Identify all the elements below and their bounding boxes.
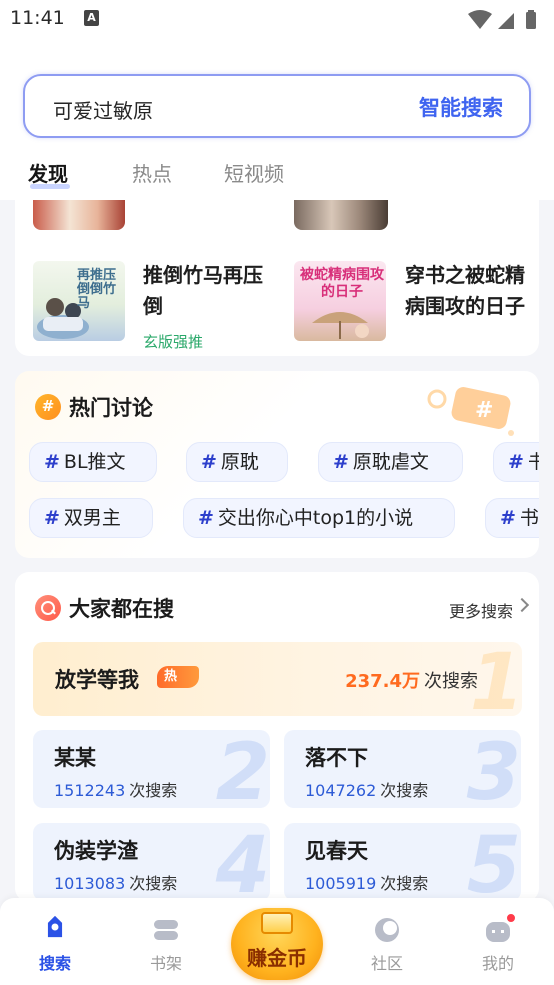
nav-search[interactable]: 搜索 bbox=[20, 914, 90, 974]
hash-icon: # bbox=[44, 507, 60, 529]
community-icon bbox=[375, 918, 399, 942]
notification-icon: A bbox=[84, 10, 99, 26]
search-input[interactable]: 可爱过敏原 bbox=[53, 95, 153, 124]
search-icon bbox=[35, 595, 61, 621]
wifi-icon bbox=[468, 10, 492, 29]
book-recommendations: 再推压倒倒竹马 推倒竹马再压倒 玄版强推 被蛇精病围攻的日子 穿书之被蛇精病围攻… bbox=[15, 200, 539, 356]
trending-name: 落不下 bbox=[305, 746, 368, 770]
topic-tag[interactable]: # 原耽 bbox=[186, 442, 288, 482]
search-box[interactable]: 可爱过敏原 智能搜索 bbox=[23, 74, 531, 138]
trending-name: 伪装学渣 bbox=[54, 839, 138, 863]
svg-text:#: # bbox=[475, 398, 493, 423]
tab-short-video[interactable]: 短视频 bbox=[224, 158, 284, 187]
earn-coins-button[interactable]: 赚金币 bbox=[231, 908, 323, 980]
hash-icon: # bbox=[44, 451, 60, 473]
topic-tag[interactable]: # 原耽虐文 bbox=[318, 442, 463, 482]
signal-icon bbox=[498, 13, 514, 29]
topic-tag[interactable]: #书 bbox=[485, 498, 539, 538]
trending-item[interactable]: 3 落不下 1047262 次搜索 bbox=[284, 730, 521, 808]
hash-icon: # bbox=[198, 507, 214, 529]
earn-coins-label: 赚金币 bbox=[247, 946, 307, 970]
search-tag-icon bbox=[47, 916, 63, 938]
book-cover[interactable]: 被蛇精病围攻的日子 bbox=[294, 261, 386, 341]
book-tag: 玄版强推 bbox=[143, 333, 204, 351]
hash-icon: # bbox=[500, 507, 516, 529]
hot-badge: 热 bbox=[157, 666, 199, 688]
nav-label: 社区 bbox=[370, 954, 403, 973]
book-title[interactable]: 推倒竹马再压倒 bbox=[143, 260, 269, 322]
topic-tag[interactable]: # 双男主 bbox=[29, 498, 153, 538]
trending-search-title: 大家都在搜 bbox=[69, 597, 174, 621]
trending-item[interactable]: 2 某某 1512243 次搜索 bbox=[33, 730, 270, 808]
search-count: 1047262 次搜索 bbox=[305, 781, 429, 800]
trending-item[interactable]: 4 伪装学渣 1013083 次搜索 bbox=[33, 823, 270, 901]
more-search-link[interactable]: 更多搜索 bbox=[449, 598, 513, 622]
book-cover-partial[interactable] bbox=[294, 200, 388, 230]
status-bar: 11:41 A bbox=[0, 0, 554, 40]
search-count: 1013083 次搜索 bbox=[54, 874, 178, 893]
hash-icon: # bbox=[508, 451, 524, 473]
book-cover-partial[interactable] bbox=[33, 200, 125, 230]
trending-item-top[interactable]: 1 放学等我 热 237.4万 次搜索 bbox=[33, 642, 522, 716]
search-count: 1512243 次搜索 bbox=[54, 781, 178, 800]
notification-dot bbox=[505, 912, 517, 924]
nav-label: 搜索 bbox=[38, 954, 71, 973]
cover-illustration bbox=[312, 312, 369, 339]
topic-tag[interactable]: # BL推文 bbox=[29, 442, 157, 482]
trending-item[interactable]: 5 见春天 1005919 次搜索 bbox=[284, 823, 521, 901]
nav-label: 我的 bbox=[481, 954, 514, 973]
hashtag-icon bbox=[35, 394, 61, 420]
status-time: 11:41 bbox=[10, 7, 65, 29]
book-title[interactable]: 穿书之被蛇精病围攻的日子 bbox=[405, 260, 531, 322]
book-cover[interactable]: 再推压倒倒竹马 bbox=[33, 261, 125, 341]
trending-name: 放学等我 bbox=[55, 668, 139, 692]
search-count: 1005919 次搜索 bbox=[305, 874, 429, 893]
trending-search-card: 大家都在搜 更多搜索 1 放学等我 热 237.4万 次搜索 2 某某 15122… bbox=[15, 572, 539, 902]
hash-icon: # bbox=[333, 451, 349, 473]
battery-icon bbox=[526, 12, 536, 29]
rank-number: 3 bbox=[466, 730, 521, 808]
rank-number: 2 bbox=[215, 730, 270, 808]
trending-name: 某某 bbox=[54, 746, 96, 770]
bookshelf-icon bbox=[154, 920, 178, 940]
topic-tag[interactable]: # 交出你心中top1的小说 bbox=[183, 498, 455, 538]
nav-mine[interactable]: 我的 bbox=[463, 914, 533, 974]
trending-name: 见春天 bbox=[305, 839, 368, 863]
tab-hot[interactable]: 热点 bbox=[132, 158, 172, 187]
status-icons bbox=[468, 10, 536, 29]
nav-bookshelf[interactable]: 书架 bbox=[131, 914, 201, 974]
hashtag-decoration-icon: # bbox=[427, 387, 514, 436]
search-count: 237.4万 次搜索 bbox=[345, 671, 478, 692]
nav-community[interactable]: 社区 bbox=[352, 914, 422, 974]
nav-label: 书架 bbox=[149, 954, 182, 973]
chevron-right-icon[interactable] bbox=[514, 597, 530, 613]
rank-number: 4 bbox=[215, 823, 270, 901]
smart-search-button[interactable]: 智能搜索 bbox=[419, 92, 503, 122]
hash-icon: # bbox=[201, 451, 217, 473]
tab-discover[interactable]: 发现 bbox=[28, 158, 68, 187]
topic-tag[interactable]: #书 bbox=[493, 442, 539, 482]
tab-bar: 发现 热点 短视频 bbox=[0, 150, 554, 196]
hot-discussion-card: # 热门讨论 #BL推文 #原耽 #原耽虐文 #书 #双男主 #交出你心中top… bbox=[15, 371, 539, 558]
cover-title: 再推压倒倒竹马 bbox=[77, 268, 117, 311]
coin-book-icon bbox=[261, 912, 293, 934]
hot-discussion-title: 热门讨论 bbox=[69, 396, 153, 420]
rank-number: 5 bbox=[466, 823, 521, 901]
